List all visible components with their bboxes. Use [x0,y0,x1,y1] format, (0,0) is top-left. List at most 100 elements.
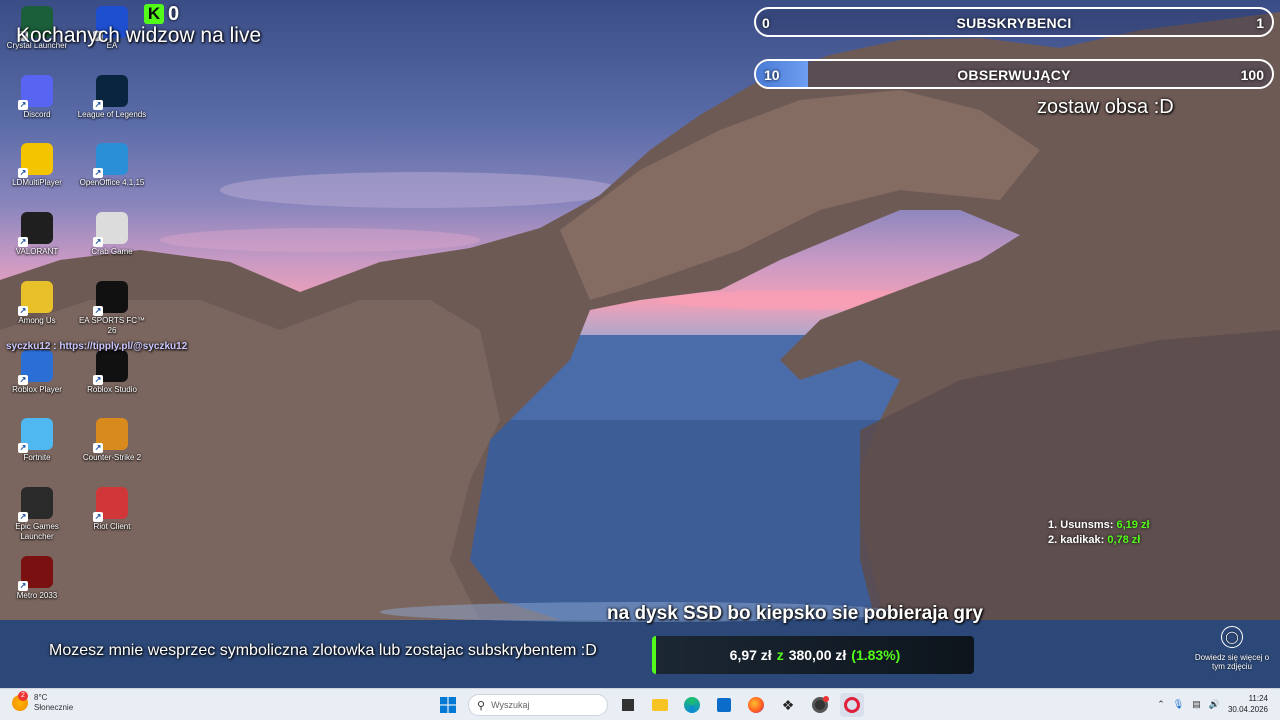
desktop-shortcut-label: Counter-Strike 2 [82,453,142,463]
desktop-shortcut-label: VALORANT [15,247,59,257]
network-icon[interactable]: ▤ [1192,699,1201,710]
metro-2033-icon: ↗ [18,555,53,591]
desktop-shortcut[interactable]: ↗ VALORANT [0,212,74,257]
desktop-shortcut[interactable]: ↗ Roblox Player [0,349,74,395]
weather-widget[interactable]: 2 8°C Słonecznie [12,691,74,713]
clock-date: 30.04.2026 [1227,705,1268,714]
shortcut-arrow-icon: ↗ [18,374,28,385]
desktop-shortcut[interactable]: ↗ Riot Client [75,486,149,532]
desktop-shortcut[interactable]: ↗ LDMultiPlayer [0,143,74,188]
chevron-up-icon[interactable]: ⌃ [1157,699,1165,710]
subs-goal-title: SUBSKRYBENCI [956,15,1072,31]
top-donor-row: 2. kadikak: 0,78 zł [1048,533,1150,548]
counter-strike-2-icon: ↗ [93,418,128,454]
dropbox-icon: ❖ [781,696,795,713]
donor-rank: 1. [1048,519,1058,531]
desktop-shortcut-label: Roblox Player [12,384,62,394]
desktop-shortcut-label: Among Us [18,315,56,325]
shortcut-arrow-icon: ↗ [18,168,28,179]
donor-amount: 6,19 zł [1116,519,1150,531]
shortcut-arrow-icon: ↗ [18,511,28,522]
kick-logo-icon: K [144,4,164,24]
desktop-shortcut[interactable]: ↗ Crab Game [75,212,149,257]
desktop-shortcut-label: Discord [23,109,51,119]
shortcut-arrow-icon: ↗ [18,237,28,248]
search-placeholder: Wyszukaj [491,700,530,710]
desktop-shortcut-label: Epic Games Launcher [15,521,59,541]
desktop-shortcut[interactable]: ↗ Discord [0,74,74,120]
shortcut-arrow-icon: ↗ [93,168,103,179]
obs-icon [812,696,829,713]
tip-goal-sep: z [776,647,784,663]
desktop-shortcut-label: Crab Game [91,247,133,257]
shortcut-arrow-icon: ↗ [18,580,28,591]
taskbar-search[interactable]: ⚲ Wyszukaj [468,694,608,716]
folder-icon [652,699,668,711]
desktop-shortcut-label: Riot Client [93,521,131,531]
desktop-shortcut[interactable]: ↗ Roblox Studio [75,349,149,395]
firefox-button[interactable] [744,693,768,717]
desktop-shortcut[interactable]: ↗ EA SPORTS FC™ 26 [75,280,149,336]
clock-time: 11:24 [1248,694,1268,703]
shortcut-arrow-icon: ↗ [93,237,103,248]
tip-goal-bar: 6,97 zł z 380,00 zł (1.83%) [652,636,974,674]
desktop-shortcut-label: Fortnite [23,453,51,463]
weather-badge: 2 [18,691,28,701]
desktop-shortcut-label: LDMultiPlayer [12,178,62,188]
desktop-shortcut[interactable]: ↗ Among Us [0,280,74,326]
shortcut-arrow-icon: ↗ [93,443,103,454]
store-button[interactable] [712,693,736,717]
edge-button[interactable] [680,693,704,717]
opera-button[interactable] [840,693,864,717]
desktop-shortcut-label: Metro 2033 [16,590,58,600]
system-tray: ⌃ 🎙 ▤ 🔊 11:24 30.04.2026 [1157,693,1268,715]
shortcut-arrow-icon: ↗ [18,305,28,316]
volume-icon[interactable]: 🔊 [1209,699,1220,710]
donor-rank: 2. [1048,534,1058,546]
desktop-shortcut[interactable]: ↗ Metro 2033 [0,555,74,601]
fortnite-icon: ↗ [18,418,53,454]
tip-goal-collected: 6,97 zł [729,647,772,663]
task-view-icon [622,699,634,711]
roblox-studio-icon: ↗ [93,349,128,385]
windows-logo-icon [440,697,456,713]
learn-about-picture[interactable]: ◯ Dowiedz się więcej o tym zdjęciu [1192,626,1272,671]
weather-desc: Słonecznie [34,703,74,712]
donor-name: Usunsms: [1060,519,1114,531]
follow-goal-target: 100 [1240,67,1264,83]
start-button[interactable] [436,693,460,717]
task-view-button[interactable] [616,693,640,717]
desktop-shortcut-label: OpenOffice 4.1.15 [79,178,145,188]
desktop-shortcut[interactable]: ↗ OpenOffice 4.1.15 [75,143,149,188]
learn-about-picture-label: Dowiedz się więcej o tym zdjęciu [1194,653,1270,671]
tip-goal-percent: (1.83%) [851,647,901,663]
taskbar: 2 8°C Słonecznie ⚲ Wyszukaj ❖ ⌃ 🎙 ▤ 🔊 11… [0,688,1280,720]
desktop-shortcut[interactable]: ↗ Counter-Strike 2 [75,418,149,463]
donor-amount: 0,78 zł [1107,534,1141,546]
desktop-shortcut-label: League of Legends [77,109,147,119]
taskbar-clock[interactable]: 11:24 30.04.2026 [1228,693,1268,715]
obs-button[interactable] [808,693,832,717]
openoffice-icon: ↗ [93,143,128,179]
desktop-shortcut-label: Roblox Studio [87,384,137,394]
top-donor-row: 1. Usunsms: 6,19 zł [1048,518,1150,533]
opera-icon [844,697,860,713]
desktop-shortcut[interactable]: ↗ Fortnite [0,418,74,463]
ea-fc-26-icon: ↗ [93,280,128,316]
discord-icon: ↗ [18,74,53,110]
kick-viewer-count: 0 [168,2,180,25]
microphone-icon[interactable]: 🎙 [1173,699,1184,710]
shortcut-arrow-icon: ↗ [93,511,103,522]
shortcut-arrow-icon: ↗ [18,443,28,454]
desktop-shortcut[interactable]: ↗ Epic Games Launcher [0,486,74,542]
file-explorer-button[interactable] [648,693,672,717]
shortcut-arrow-icon: ↗ [93,305,103,316]
desktop-shortcut[interactable]: ↗ League of Legends [75,74,149,120]
tipply-link: syczku12 : https://tipply.pl/@syczku12 [6,341,188,352]
kick-viewer-badge: K 0 [144,3,179,25]
edge-icon [684,697,700,713]
subs-goal-bar: 0 SUBSKRYBENCI 1 [754,7,1274,37]
support-text: Mozesz mnie wesprzec symboliczna zlotowk… [49,642,597,659]
league-of-legends-icon: ↗ [93,74,128,110]
dropbox-button[interactable]: ❖ [776,693,800,717]
